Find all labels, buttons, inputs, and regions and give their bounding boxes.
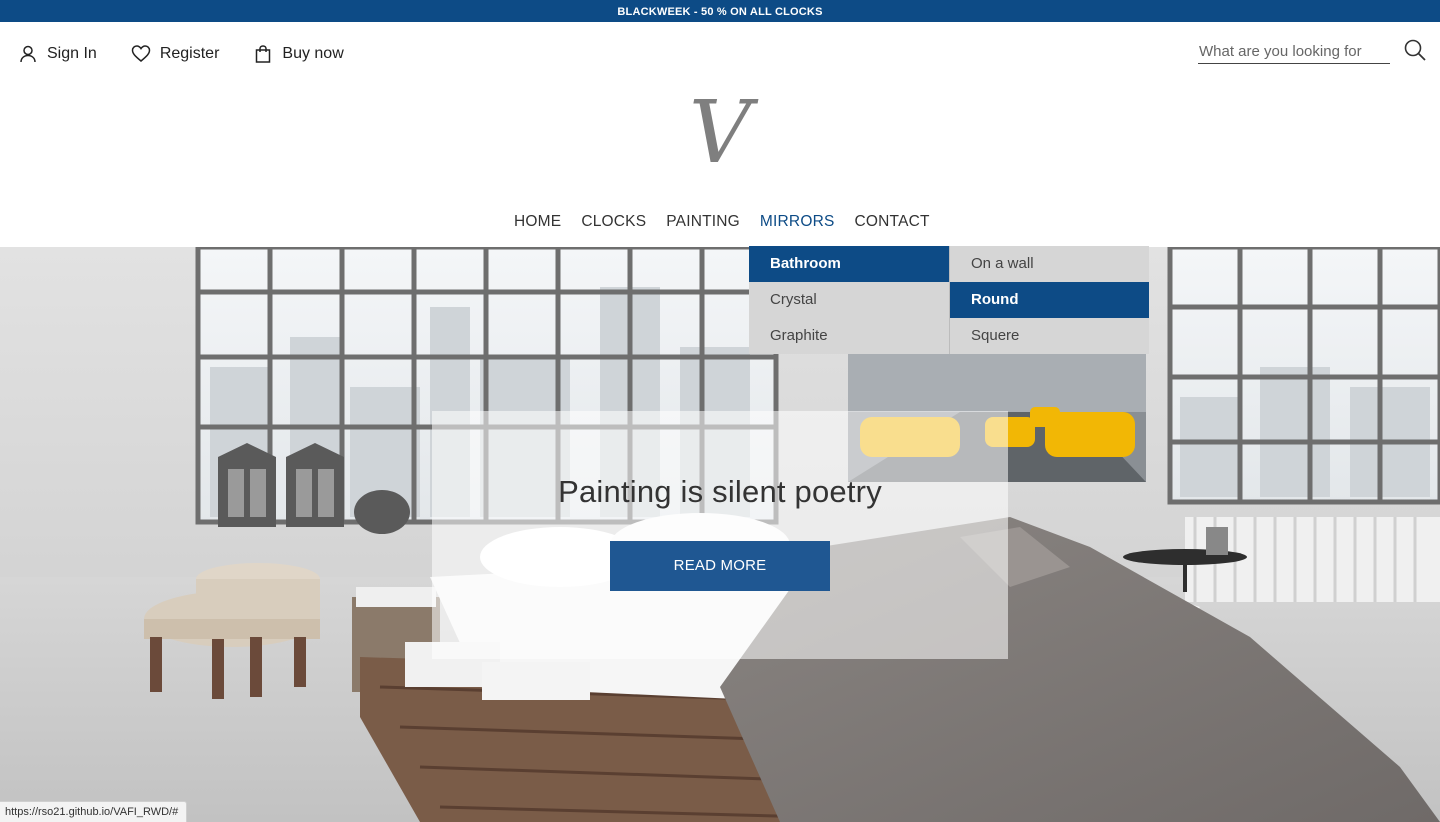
site-logo[interactable]: V: [684, 90, 756, 176]
buy-now-label: Buy now: [282, 45, 344, 62]
search-bar: [1198, 38, 1430, 68]
user-icon: [18, 44, 38, 64]
nav-item-home[interactable]: HOME: [504, 213, 571, 231]
mirrors-dropdown-menu: Bathroom Crystal Graphite On a wall Roun…: [749, 246, 1149, 354]
register-link[interactable]: Register: [131, 44, 220, 64]
menu-item-graphite[interactable]: Graphite: [749, 318, 949, 354]
promo-bar: BLACKWEEK - 50 % ON ALL CLOCKS: [0, 0, 1440, 22]
register-label: Register: [159, 45, 220, 62]
menu-item-crystal[interactable]: Crystal: [749, 282, 949, 318]
search-input[interactable]: [1198, 40, 1390, 64]
mirrors-submenu-primary: Bathroom Crystal Graphite: [749, 246, 949, 354]
sign-in-label: Sign In: [47, 45, 97, 62]
shopping-bag-icon: [253, 44, 273, 64]
mirrors-submenu-secondary: On a wall Round Squere: [949, 246, 1149, 354]
buy-now-link[interactable]: Buy now: [253, 44, 344, 64]
status-bar-url: https://rso21.github.io/VAFI_RWD/#: [0, 801, 188, 822]
search-icon[interactable]: [1403, 38, 1427, 62]
menu-item-round[interactable]: Round: [950, 282, 1149, 318]
main-nav: HOME CLOCKS PAINTING MIRRORS CONTACT: [504, 213, 940, 231]
nav-item-clocks[interactable]: CLOCKS: [571, 213, 656, 231]
nav-item-mirrors[interactable]: MIRRORS: [750, 213, 845, 231]
hero-overlay-box: Painting is silent poetry READ MORE: [432, 411, 1008, 659]
menu-item-bathroom[interactable]: Bathroom: [749, 246, 949, 282]
menu-item-squere[interactable]: Squere: [950, 318, 1149, 354]
nav-item-contact[interactable]: CONTACT: [845, 213, 940, 231]
sign-in-link[interactable]: Sign In: [18, 44, 97, 64]
account-links: Sign In Register Buy now: [18, 44, 378, 64]
heart-icon: [131, 44, 151, 64]
hero-banner: Painting is silent poetry READ MORE: [0, 247, 1440, 822]
menu-item-on-a-wall[interactable]: On a wall: [950, 246, 1149, 282]
hero-title: Painting is silent poetry: [558, 474, 882, 509]
nav-item-painting[interactable]: PAINTING: [656, 213, 750, 231]
read-more-button[interactable]: READ MORE: [610, 541, 830, 591]
